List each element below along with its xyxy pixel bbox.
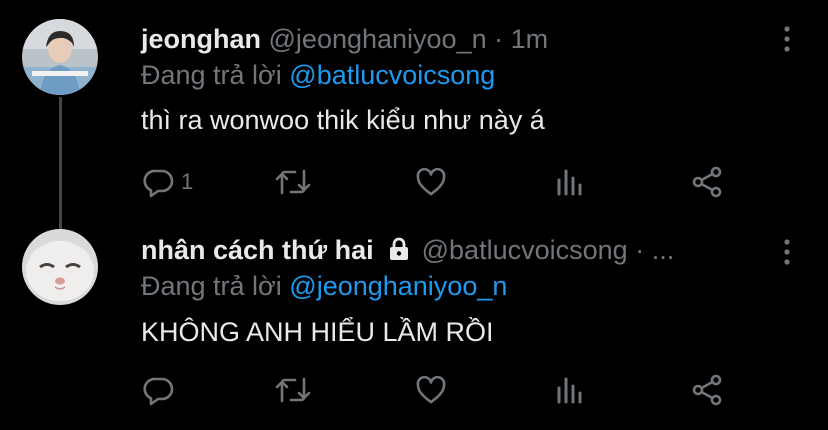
share-icon: [692, 374, 722, 406]
retweet-icon: [275, 377, 311, 403]
like-button[interactable]: [415, 372, 447, 408]
like-button[interactable]: [415, 164, 447, 200]
more-icon[interactable]: [782, 24, 792, 54]
tweet-text: KHÔNG ANH HIỂU LẦM RỒI: [141, 317, 494, 347]
retweet-icon: [275, 169, 311, 195]
user-handle[interactable]: @batlucvoicsong: [422, 235, 628, 265]
lock-icon: [390, 237, 409, 260]
display-name[interactable]: nhân cách thứ hai: [141, 235, 374, 265]
retweet-button[interactable]: [274, 372, 312, 408]
replying-to-label: Đang trả lời: [141, 60, 282, 90]
share-icon: [692, 166, 722, 198]
separator: ·: [494, 24, 504, 54]
timestamp[interactable]: 1m: [511, 24, 549, 54]
views-button[interactable]: [556, 372, 584, 408]
share-button[interactable]: [692, 372, 722, 408]
mention-link[interactable]: @batlucvoicsong: [289, 60, 495, 90]
action-bar: [0, 372, 828, 408]
share-button[interactable]: [692, 164, 722, 200]
reply-button[interactable]: [143, 372, 181, 408]
replying-to: Đang trả lời @jeonghaniyoo_n: [141, 271, 507, 302]
like-icon: [416, 167, 446, 196]
reply-button[interactable]: 1: [143, 164, 193, 200]
tweet-text: thì ra wonwoo thik kiểu như này á: [141, 105, 545, 135]
replying-to: Đang trả lời @batlucvoicsong: [141, 60, 495, 91]
avatar[interactable]: [22, 19, 98, 95]
more-icon[interactable]: [782, 237, 792, 267]
timestamp[interactable]: ...: [652, 235, 675, 265]
avatar[interactable]: [22, 229, 98, 305]
tweet-header: nhân cách thứ hai @batlucvoicsong · ...: [141, 235, 674, 266]
views-icon: [557, 169, 582, 196]
retweet-button[interactable]: [274, 164, 312, 200]
reply-icon: [143, 377, 174, 406]
tweet-header: jeonghan @jeonghaniyoo_n · 1m: [141, 24, 548, 55]
like-icon: [416, 375, 446, 404]
tweet-reply-1[interactable]: jeonghan @jeonghaniyoo_n · 1m Đang trả l…: [0, 0, 828, 215]
views-button[interactable]: [556, 164, 584, 200]
user-handle[interactable]: @jeonghaniyoo_n: [269, 24, 487, 54]
action-bar: 1: [0, 164, 828, 200]
tweet-reply-2[interactable]: nhân cách thứ hai @batlucvoicsong · ... …: [0, 215, 828, 430]
replying-to-label: Đang trả lời: [141, 271, 282, 301]
separator: ·: [635, 235, 645, 265]
reply-icon: [143, 169, 174, 198]
mention-link[interactable]: @jeonghaniyoo_n: [289, 271, 507, 301]
reply-count: 1: [181, 169, 194, 194]
views-icon: [557, 377, 582, 404]
display-name[interactable]: jeonghan: [141, 24, 261, 54]
